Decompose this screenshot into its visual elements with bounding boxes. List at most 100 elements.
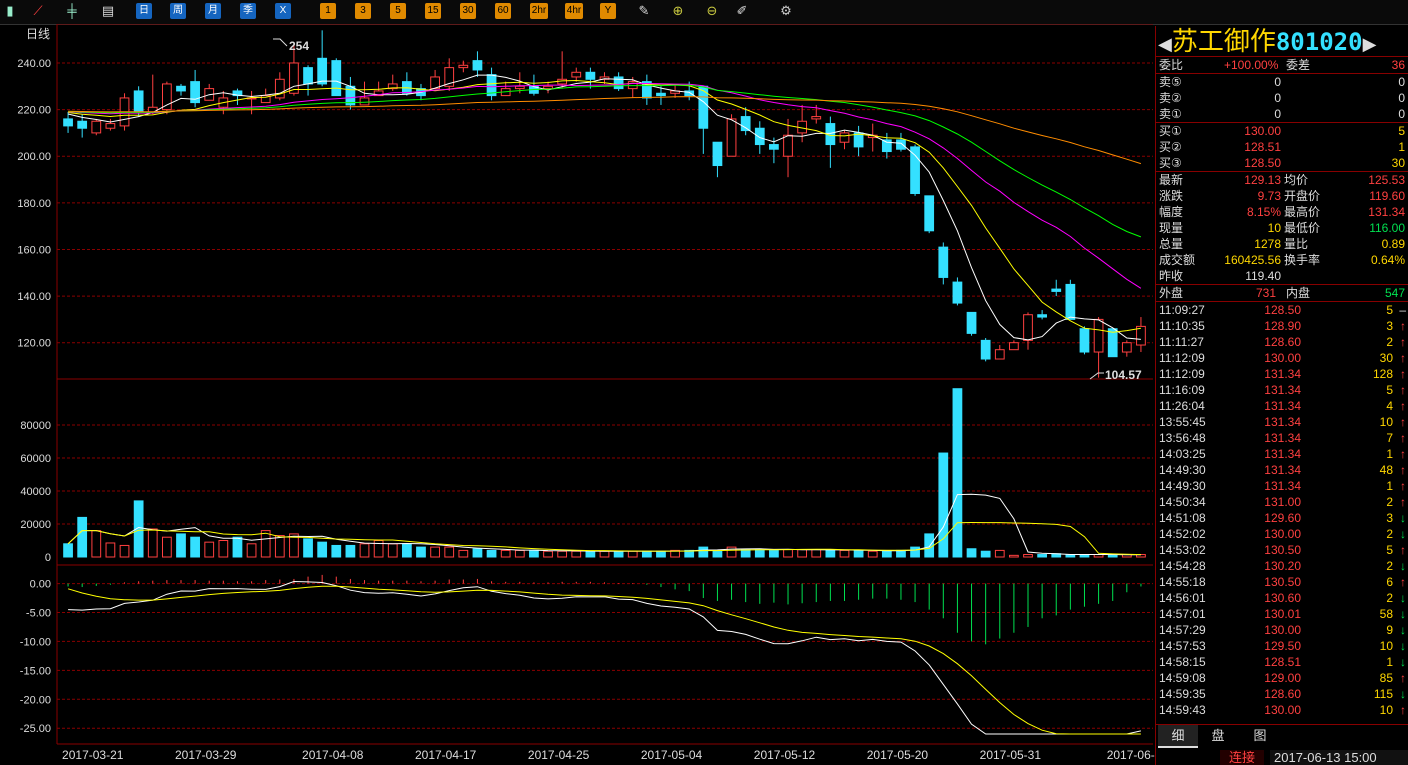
tick-direction: ↑ [1400,335,1406,349]
volume-bar [147,528,158,558]
volume-bar [486,549,497,558]
period-season-button[interactable]: 季 [240,3,256,19]
tick-time: 11:11:27 [1159,335,1204,349]
sell-row: 卖② 0 0 [1156,90,1408,106]
hr-4-button[interactable]: 4hr [565,3,583,19]
candle-icon[interactable]: ╪ [64,3,80,19]
candle-body [1023,314,1033,341]
hr-2-button[interactable]: 2hr [530,3,548,19]
prev-stock-icon[interactable]: ◀ [1158,34,1172,54]
volume-bar [359,543,370,558]
tab-chart[interactable]: 图 [1240,725,1280,746]
volume-bar [881,550,892,558]
outer-inner-row: 外盘 731 内盘 547 [1156,284,1408,301]
volume-bar [656,550,666,558]
price-axis-label: 220.00 [17,105,51,117]
sell-level-label: 卖② [1159,91,1182,105]
volume-bar [500,549,511,558]
price-axis-label: 180.00 [17,198,51,210]
min-1-button[interactable]: 1 [320,3,336,19]
tick-price: 129.00 [1264,671,1301,685]
quote-label: 最低价 [1284,221,1321,235]
tick-volume: 30 [1379,351,1393,365]
min-30-button[interactable]: 30 [460,3,476,19]
min-60-button[interactable]: 60 [495,3,511,19]
period-month-button[interactable]: 月 [205,3,221,19]
quote-row: 昨收 119.40 [1156,268,1408,284]
price-axis-label: 240.00 [17,58,51,70]
tick-price: 130.60 [1264,591,1301,605]
volume-bar [811,549,822,558]
date-axis-label: 2017-03-29 [175,748,237,762]
next-stock-icon[interactable]: ▶ [1363,34,1377,54]
volume-bar [853,549,864,558]
kline-icon[interactable]: ▮ [2,3,18,19]
quote-value: 10 [1267,221,1281,235]
tick-direction: ↑ [1400,671,1406,685]
quote-label: 换手率 [1284,253,1321,267]
min-15-button[interactable]: 15 [425,3,441,19]
period-week-button[interactable]: 周 [170,3,186,19]
tick-direction: ↑ [1400,463,1406,477]
volume-bar [444,546,455,558]
settings-gear-icon[interactable]: ⚙ [778,3,794,19]
candle-body [1079,328,1090,353]
tick-price: 131.34 [1264,463,1301,477]
tick-volume: 5 [1386,543,1393,557]
year-button[interactable]: Y [600,3,616,19]
period-label: 日线 [26,27,50,41]
date-axis-label: 2017-06-13 [1107,748,1155,762]
kline-chart[interactable]: 日线 240.00 220.00 200.00 180.00 160.00 140.00 1… [0,24,1155,765]
tick-time: 14:55:18 [1159,575,1206,589]
ratio-label: 委比 [1159,58,1184,72]
tick-volume: 4 [1386,399,1393,413]
candle-body [1107,328,1118,358]
zoom-in-icon[interactable]: ⊕ [670,3,686,19]
line-chart-icon[interactable]: ⟋ [30,3,46,19]
draw-icon[interactable]: ✐ [734,3,750,19]
tick-volume: 10 [1379,639,1393,653]
quote-label: 幅度 [1159,205,1184,219]
tick-price: 131.34 [1264,367,1301,381]
period-x-button[interactable]: X [275,3,291,19]
tick-volume: 58 [1379,607,1393,621]
zoom-out-icon[interactable]: ⊖ [704,3,720,19]
min-5-button[interactable]: 5 [390,3,406,19]
volume-bar [896,549,906,558]
quote-row: 成交额 160425.56 换手率 0.64% [1156,252,1408,268]
tick-direction: ↓ [1400,607,1406,621]
volume-bar [91,530,102,558]
tick-price: 130.00 [1264,351,1301,365]
tick-row: 14:59:08 129.00 85 ↑ [1156,670,1408,686]
candle-body [966,311,977,334]
candle-body [105,123,116,129]
tick-row: 14:59:43 130.00 10 ↑ [1156,702,1408,718]
volume-bar [557,550,568,558]
tab-book[interactable]: 盘 [1198,725,1238,746]
candle-body [585,71,596,80]
tick-time: 11:26:04 [1159,399,1205,413]
volume-bar [387,543,398,558]
tab-detail[interactable]: 细 [1158,725,1198,748]
tick-row: 11:11:27 128.60 2 ↑ [1156,334,1408,350]
tick-direction: ↓ [1400,655,1406,669]
tick-row: 13:56:48 131.34 7 ↑ [1156,430,1408,446]
volume-bar [190,536,200,558]
tick-price: 128.90 [1264,319,1301,333]
volume-bar [712,549,723,558]
low-price-marker: 104.57 [1105,368,1142,382]
tick-price: 130.00 [1264,623,1301,637]
candle-body [543,85,553,90]
macd-axis-label: -15.00 [20,665,51,677]
tick-time: 14:49:30 [1159,463,1206,477]
min-3-button[interactable]: 3 [355,3,371,19]
period-day-button[interactable]: 日 [136,3,152,19]
tick-price: 128.60 [1264,335,1301,349]
tick-row: 14:52:02 130.00 2 ↓ [1156,526,1408,542]
volume-bar [924,533,935,558]
calendar-icon[interactable]: ▤ [100,3,116,19]
volume-bar [740,549,751,558]
tick-time: 14:59:43 [1159,703,1206,717]
trade-ticks[interactable]: 11:09:27 128.50 5–11:10:35 128.90 3 ↑ 11:11:27… [1156,301,1408,718]
notes-icon[interactable]: ✎ [636,3,652,19]
